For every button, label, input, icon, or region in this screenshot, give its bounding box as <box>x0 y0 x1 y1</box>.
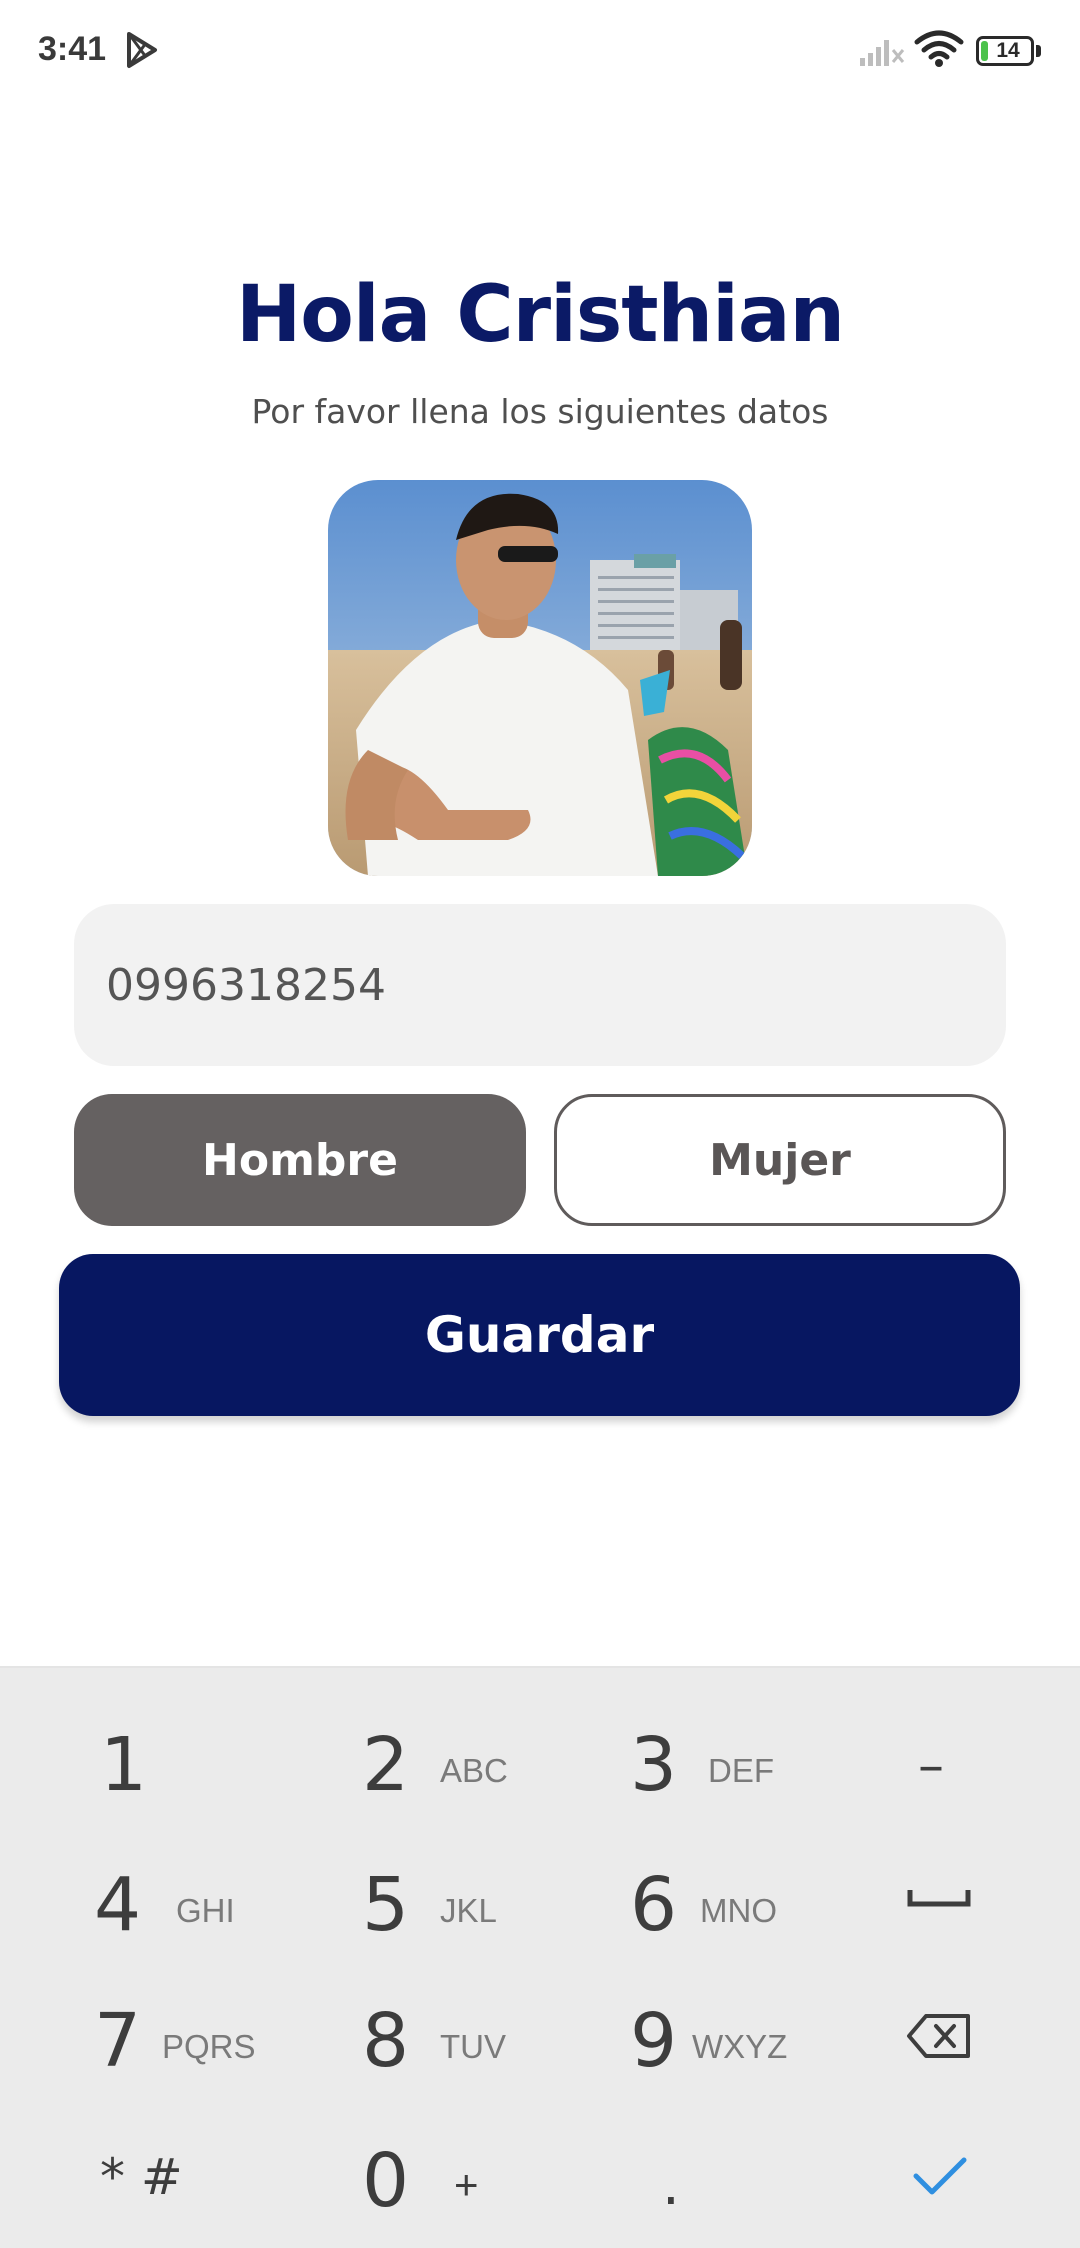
key-4[interactable]: 4 GHI <box>44 1828 312 1968</box>
key-0[interactable]: 0 + <box>312 2108 580 2248</box>
period-symbol: . <box>662 2153 680 2218</box>
status-time: 3:41 <box>38 30 107 68</box>
profile-photo-image <box>328 480 752 876</box>
backspace-key[interactable] <box>848 1968 1080 2108</box>
checkmark-icon <box>913 2157 967 2195</box>
app-screen: 3:41 14 Hola Cristhian Por favor llena l… <box>0 0 1080 2248</box>
period-key[interactable]: . <box>580 2108 848 2248</box>
done-key[interactable] <box>848 2108 1080 2248</box>
key-8[interactable]: 8 TUV <box>312 1968 580 2108</box>
key-1[interactable]: 1 <box>44 1688 312 1828</box>
page-title: Hola Cristhian <box>236 270 845 360</box>
key-5[interactable]: 5 JKL <box>312 1828 580 1968</box>
space-icon <box>907 1890 971 1907</box>
key-letters: DEF <box>708 1752 774 1789</box>
space-key[interactable] <box>848 1828 1080 1968</box>
key-number: 6 <box>630 1862 678 1948</box>
key-7[interactable]: 7 PQRS <box>44 1968 312 2108</box>
key-9[interactable]: 9 WXYZ <box>580 1968 848 2108</box>
key-6[interactable]: 6 MNO <box>580 1828 848 1968</box>
gender-option-mujer[interactable]: Mujer <box>554 1094 1006 1226</box>
gender-option-hombre[interactable]: Hombre <box>74 1094 526 1226</box>
minus-key[interactable]: – <box>848 1688 1080 1828</box>
key-number: 9 <box>630 1998 678 2084</box>
key-number: 3 <box>630 1722 678 1808</box>
key-letters: ABC <box>440 1752 508 1789</box>
key-letters: TUV <box>440 2028 506 2065</box>
key-number: 4 <box>94 1862 142 1948</box>
battery-icon: 14 <box>976 36 1041 66</box>
key-letters: GHI <box>176 1892 235 1929</box>
phone-number-input[interactable] <box>74 904 1006 1066</box>
key-letters: MNO <box>700 1892 777 1929</box>
battery-level: 14 <box>996 39 1020 62</box>
key-number: 5 <box>362 1862 410 1948</box>
minus-symbol: – <box>918 1736 944 1796</box>
backspace-icon <box>907 2014 970 2058</box>
key-number: 0 <box>362 2138 410 2224</box>
page-subtitle: Por favor llena los siguientes datos <box>251 392 829 431</box>
key-number: 7 <box>94 1998 142 2084</box>
key-2[interactable]: 2 ABC <box>312 1688 580 1828</box>
key-3[interactable]: 3 DEF <box>580 1688 848 1828</box>
key-letters: JKL <box>440 1892 497 1929</box>
star-hash-key[interactable]: * # <box>44 2108 312 2248</box>
numeric-keyboard: 1 2 ABC 3 DEF – 4 GHI 5 JKL 6 MNO 7 PQRS… <box>0 1666 1080 2248</box>
key-letters: WXYZ <box>692 2028 788 2065</box>
key-letters: PQRS <box>162 2028 256 2065</box>
star-hash-symbol: * # <box>100 2148 183 2206</box>
status-bar: 3:41 14 <box>0 0 1080 100</box>
key-letters: + <box>454 2161 479 2208</box>
key-number: 8 <box>362 1998 410 2084</box>
signal-off-icon <box>860 40 905 66</box>
key-number: 2 <box>362 1722 410 1808</box>
wifi-icon <box>914 30 964 67</box>
profile-photo[interactable] <box>328 480 752 876</box>
save-button[interactable]: Guardar <box>59 1254 1020 1416</box>
key-number: 1 <box>100 1722 148 1808</box>
play-store-icon <box>127 32 157 68</box>
